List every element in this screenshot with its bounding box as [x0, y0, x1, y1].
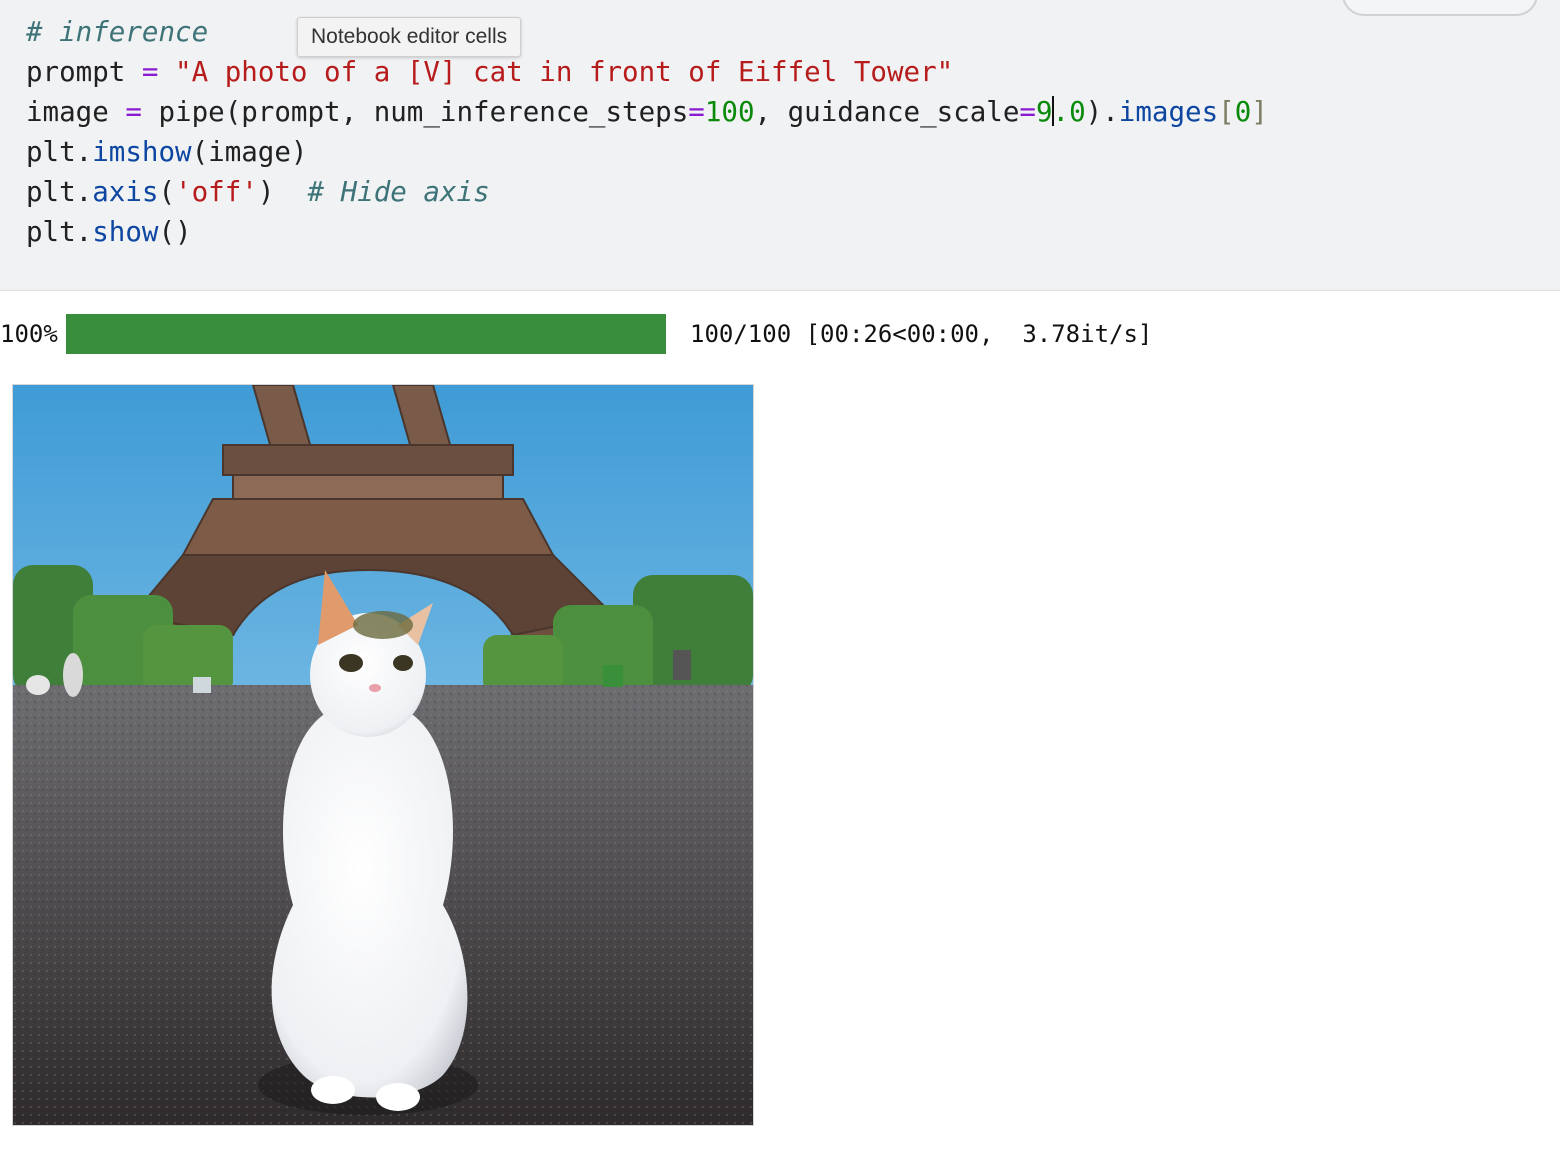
- progress-percent: 100%: [0, 320, 58, 348]
- code-comment: # inference: [26, 16, 209, 48]
- code-text: ).: [1085, 96, 1119, 128]
- code-cell[interactable]: # inference prompt = "A photo of a [V] ca…: [0, 0, 1560, 291]
- code-paren: (: [158, 176, 176, 208]
- code-function: axis: [92, 176, 159, 208]
- code-object: plt.: [26, 136, 93, 168]
- progress-stats: 100/100 [00:26<00:00, 3.78it/s]: [690, 320, 1153, 348]
- code-function: imshow: [92, 136, 192, 168]
- cell-toolbar-button[interactable]: [1342, 0, 1538, 16]
- code-attribute: images: [1118, 96, 1219, 128]
- code-line-4: plt.imshow(image): [26, 132, 1268, 172]
- code-number: 100: [704, 96, 755, 128]
- code-args: (image): [191, 136, 308, 168]
- code-line-5: plt.axis('off') # Hide axis: [26, 172, 1268, 212]
- code-function: show: [92, 216, 159, 248]
- code-line-3: image = pipe(prompt, num_inference_steps…: [26, 92, 1268, 132]
- progress-bar-fill: [66, 314, 666, 354]
- cat-eiffel-image: [13, 385, 753, 1125]
- code-operator: =: [125, 96, 142, 128]
- output-image: [12, 384, 754, 1126]
- code-variable: image: [26, 96, 126, 128]
- code-operator: =: [1019, 96, 1036, 128]
- code-line-1: # inference: [26, 12, 1268, 52]
- code-paren: ): [257, 176, 308, 208]
- code-operator: =: [141, 56, 159, 88]
- code-object: plt.: [26, 216, 93, 248]
- code-line-2: prompt = "A photo of a [V] cat in front …: [26, 52, 1268, 92]
- code-bracket: ]: [1251, 96, 1268, 128]
- code-number: 0: [1234, 96, 1252, 128]
- code-args: (): [158, 216, 192, 248]
- tooltip: Notebook editor cells: [297, 17, 522, 57]
- code-line-6: plt.show(): [26, 212, 1268, 252]
- code-number: 9: [1035, 96, 1053, 128]
- code-string: "A photo of a [V] cat in front of Eiffel…: [175, 56, 954, 88]
- code-bracket: [: [1218, 96, 1235, 128]
- code-editor[interactable]: # inference prompt = "A photo of a [V] ca…: [26, 12, 1268, 252]
- code-comment: # Hide axis: [307, 176, 490, 208]
- code-text: , guidance_scale: [754, 96, 1020, 128]
- code-variable: prompt: [26, 56, 142, 88]
- progress-output: 100% 100/100 [00:26<00:00, 3.78it/s]: [0, 312, 1560, 356]
- code-operator: =: [688, 96, 705, 128]
- progress-bar: [66, 314, 666, 354]
- code-object: plt.: [26, 176, 93, 208]
- code-string: 'off': [175, 176, 258, 208]
- code-number: .0: [1052, 96, 1086, 128]
- code-call: pipe(prompt, num_inference_steps: [141, 96, 689, 128]
